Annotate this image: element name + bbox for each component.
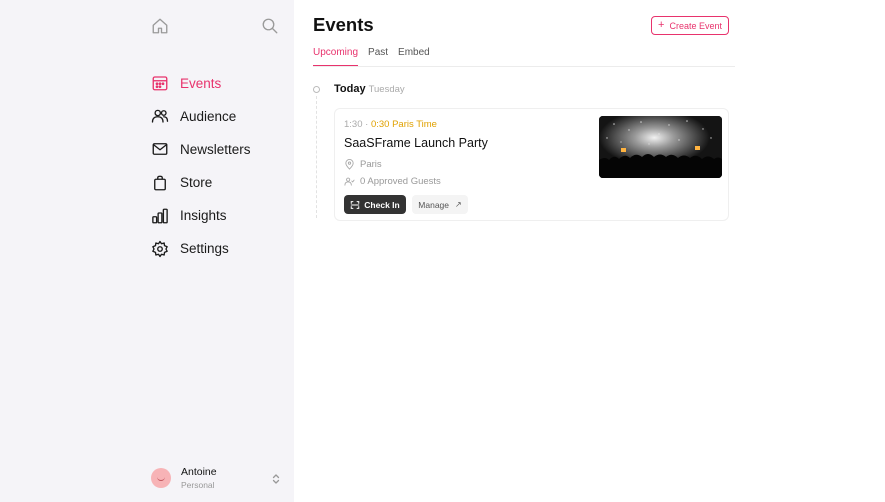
gear-icon [151,240,169,258]
guests-icon [344,176,355,187]
search-icon[interactable] [261,17,279,35]
sidebar-item-events[interactable]: Events [151,72,251,94]
create-event-button[interactable]: + Create Event [651,16,729,35]
sidebar-item-settings[interactable]: Settings [151,238,251,260]
timeline-line [316,96,317,218]
event-title[interactable]: SaaSFrame Launch Party [344,136,488,150]
sidebar-item-label: Store [180,175,213,191]
avatar [151,468,171,488]
manage-button[interactable]: Manage ↗ [412,195,468,214]
page-title: Events [313,14,374,35]
event-time: 1:30 · 0:30 Paris Time [344,119,437,130]
main-content: Events + Create Event Upcoming Past Embe… [294,0,885,502]
bar-chart-icon [151,207,169,225]
event-guests-text: 0 Approved Guests [360,176,441,187]
arrow-up-right-icon: ↗ [455,200,462,209]
sidebar-item-label: Events [180,75,222,91]
check-in-button[interactable]: Check In [344,195,406,214]
timeline-dot [313,86,320,93]
user-name: Antoine [181,465,217,478]
sidebar-item-audience[interactable]: Audience [151,105,251,127]
chevron-up-down-icon [271,472,281,484]
tab-embed[interactable]: Embed [398,46,430,66]
day-label: Today [334,83,366,95]
mail-icon [151,140,169,158]
sidebar-item-label: Insights [180,208,227,224]
sidebar-nav: Events Audience Newsletters Store Insigh… [151,72,251,271]
location-pin-icon [344,159,355,170]
event-guests: 0 Approved Guests [344,176,441,187]
sidebar-item-store[interactable]: Store [151,172,251,194]
tab-upcoming[interactable]: Upcoming [313,46,359,66]
sidebar-item-label: Audience [180,108,237,124]
user-switcher[interactable]: Antoine Personal [151,465,281,491]
event-cover-image[interactable] [599,116,722,178]
check-in-label: Check In [364,199,400,210]
bag-icon [151,174,169,192]
create-event-label: Create Event [669,20,722,31]
user-subtitle: Personal [181,479,215,490]
user-names: Antoine Personal [181,466,271,491]
event-time-separator: · [365,119,369,130]
scan-icon [350,200,360,210]
sidebar-item-insights[interactable]: Insights [151,205,251,227]
tab-past[interactable]: Past [368,46,388,66]
sidebar-item-newsletters[interactable]: Newsletters [151,138,251,160]
event-time-local: 0:30 Paris Time [370,119,437,130]
event-card[interactable]: 1:30 · 0:30 Paris Time SaaSFrame Launch … [334,108,729,221]
home-icon[interactable] [151,17,169,35]
sidebar-top-icons [151,17,279,35]
sidebar-item-label: Newsletters [180,141,251,157]
manage-label: Manage [418,199,449,210]
sidebar-item-label: Settings [180,241,229,257]
event-time-start: 1:30 [344,119,363,130]
users-icon [151,107,169,125]
tabs-divider [313,66,735,67]
calendar-icon [151,74,169,92]
event-location-text: Paris [360,159,382,170]
plus-icon: + [658,19,665,31]
tabs: Upcoming Past Embed [313,46,440,66]
sidebar: Events Audience Newsletters Store Insigh… [0,0,294,502]
day-weekday: Tuesday [368,84,405,95]
day-header: Today Tuesday [334,83,405,95]
event-location: Paris [344,159,382,170]
